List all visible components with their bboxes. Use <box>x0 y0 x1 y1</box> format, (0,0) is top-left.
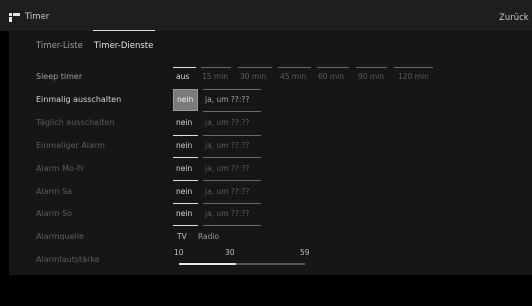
einmaliger-alarm-selected-indicator <box>173 157 198 158</box>
app-icon <box>9 13 20 22</box>
option-separator <box>356 67 387 68</box>
alarmquelle-label: Alarmquelle <box>36 232 84 241</box>
alarm-mo-fr-label: Alarm Mo-Fr <box>36 164 85 173</box>
sleep-option-30[interactable]: 30 min <box>240 72 266 81</box>
timer-screen: Timer Zurück Timer-Liste Timer-Dienste S… <box>0 0 532 306</box>
sleep-timer-label: Sleep timer <box>36 72 83 81</box>
einmalig-ausschalten-option-ja[interactable]: ja, um ??:?? <box>205 95 249 104</box>
tab-timer-dienste[interactable]: Timer-Dienste <box>94 41 153 51</box>
alarm-sa-option-nein[interactable]: nein <box>176 187 192 196</box>
alarm-so-option-ja[interactable]: ja, um ??:?? <box>205 209 249 218</box>
option-separator <box>278 67 311 68</box>
sleep-option-120[interactable]: 120 min <box>398 72 429 81</box>
alarm-sa-label: Alarm Sa <box>36 187 73 196</box>
einmaliger-alarm-option-nein[interactable]: nein <box>176 141 192 150</box>
option-separator <box>203 111 261 112</box>
taeglich-ausschalten-label: Täglich ausschalten <box>36 118 115 127</box>
back-button[interactable]: Zurück <box>499 13 529 23</box>
volume-scale-max: 59 <box>300 248 310 257</box>
sleep-option-60[interactable]: 60 min <box>318 72 344 81</box>
volume-scale-mid: 30 <box>225 248 235 257</box>
option-separator <box>317 67 349 68</box>
alarm-so-label: Alarm So <box>36 209 73 218</box>
einmaliger-alarm-option-ja[interactable]: ja, um ??:?? <box>205 141 249 150</box>
option-separator <box>203 89 261 90</box>
sleep-timer-selected-indicator <box>173 67 196 68</box>
option-separator <box>203 203 261 204</box>
volume-slider-fill <box>179 263 236 265</box>
tab-timer-liste[interactable]: Timer-Liste <box>36 41 83 51</box>
active-tab-indicator <box>93 30 155 31</box>
option-separator <box>203 157 261 158</box>
alarm-so-option-nein[interactable]: nein <box>176 209 192 218</box>
alarm-mo-fr-option-ja[interactable]: ja, um ??:?? <box>205 164 249 173</box>
alarm-sa-selected-indicator <box>173 203 198 204</box>
option-separator <box>201 67 231 68</box>
alarm-mo-fr-selected-indicator <box>173 180 198 181</box>
einmalig-ausschalten-option-nein[interactable]: nein <box>177 95 193 104</box>
alarmquelle-option-radio[interactable]: Radio <box>198 232 219 241</box>
option-separator <box>394 67 433 68</box>
header-bar: Timer Zurück <box>0 0 532 31</box>
sleep-option-45[interactable]: 45 min <box>280 72 306 81</box>
taeglich-ausschalten-option-nein[interactable]: nein <box>176 118 192 127</box>
option-separator <box>203 180 261 181</box>
page-title: Timer <box>25 12 50 22</box>
einmalig-ausschalten-label: Einmalig ausschalten <box>36 95 122 104</box>
volume-scale-min: 10 <box>174 248 184 257</box>
option-separator <box>203 225 261 226</box>
alarm-sa-option-ja[interactable]: ja, um ??:?? <box>205 187 249 196</box>
alarmquelle-option-tv[interactable]: TV <box>177 232 187 241</box>
sleep-option-aus[interactable]: aus <box>176 72 189 81</box>
taeglich-ausschalten-selected-indicator <box>173 135 198 136</box>
option-separator <box>203 135 261 136</box>
alarm-mo-fr-option-nein[interactable]: nein <box>176 164 192 173</box>
option-separator <box>238 67 272 68</box>
sleep-option-15[interactable]: 15 min <box>202 72 228 81</box>
sleep-option-90[interactable]: 90 min <box>358 72 384 81</box>
taeglich-ausschalten-option-ja[interactable]: ja, um ??:?? <box>205 118 249 127</box>
einmaliger-alarm-label: Einmaliger Alarm <box>36 141 105 150</box>
alarmlautstaerke-label: Alarmlautstärke <box>36 255 100 264</box>
